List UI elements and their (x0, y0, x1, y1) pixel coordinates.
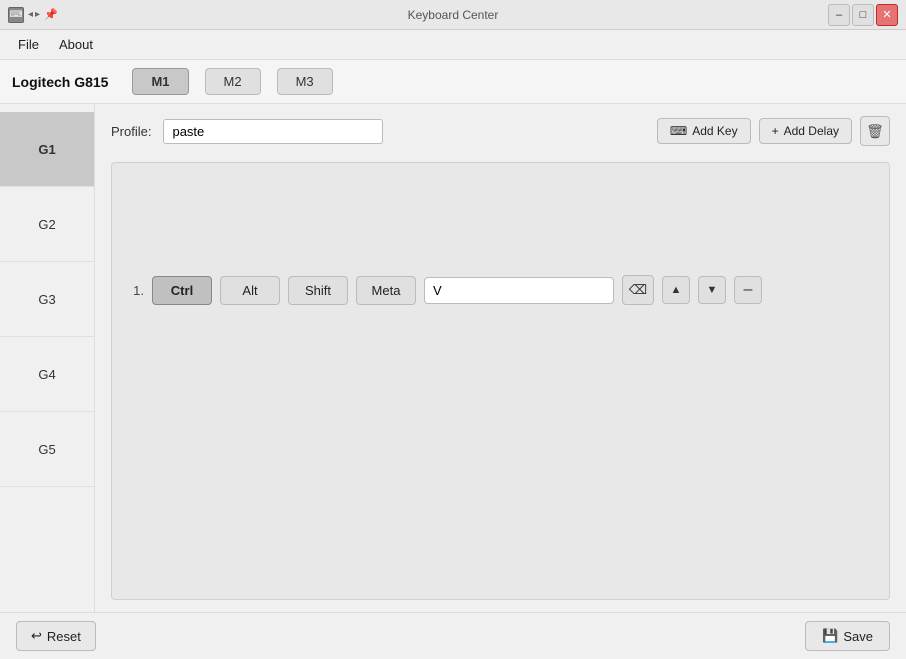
close-button[interactable]: ✕ (876, 4, 898, 26)
titlebar-title: Keyboard Center (408, 8, 499, 22)
reset-button[interactable]: ↩ Reset (16, 621, 96, 651)
minimize-button[interactable]: – (828, 4, 850, 26)
titlebar: ⌨ ◂ ▸ 📌 Keyboard Center – □ ✕ (0, 0, 906, 30)
ctrl-button[interactable]: Ctrl (152, 276, 212, 305)
backspace-button[interactable]: ⌫ (622, 275, 654, 305)
pin-icon[interactable]: 📌 (44, 8, 58, 21)
titlebar-arrows: ◂ ▸ (28, 9, 40, 20)
meta-button[interactable]: Meta (356, 276, 416, 305)
menubar: File About (0, 30, 906, 60)
mode-button-m3[interactable]: M3 (277, 68, 333, 95)
chevron-down-icon: ▼ (707, 284, 718, 296)
profile-input[interactable] (163, 119, 383, 144)
menu-item-file[interactable]: File (8, 33, 49, 56)
bottom-bar: ↩ Reset 💾 Save (0, 612, 906, 659)
back-arrow-icon[interactable]: ◂ (28, 9, 33, 20)
shift-button[interactable]: Shift (288, 276, 348, 305)
sidebar-item-g3[interactable]: G3 (0, 262, 94, 337)
main-area: G1 G2 G3 G4 G5 Profile: ⌨ Add Key (0, 104, 906, 612)
chevron-up-icon: ▲ (671, 284, 682, 296)
remove-row-button[interactable]: – (734, 276, 762, 304)
device-row: Logitech G815 M1 M2 M3 (0, 60, 906, 104)
save-icon: 💾 (822, 628, 838, 644)
add-delay-button[interactable]: + Add Delay (759, 118, 852, 144)
titlebar-left: ⌨ ◂ ▸ 📌 (8, 7, 58, 23)
titlebar-controls: – □ ✕ (828, 4, 898, 26)
menu-item-about[interactable]: About (49, 33, 103, 56)
mode-button-m2[interactable]: M2 (205, 68, 261, 95)
forward-arrow-icon[interactable]: ▸ (35, 9, 40, 20)
plus-icon: + (772, 124, 779, 138)
sidebar-item-g2[interactable]: G2 (0, 187, 94, 262)
sidebar-item-g5[interactable]: G5 (0, 412, 94, 487)
save-button[interactable]: 💾 Save (805, 621, 890, 651)
key-entry-row: 1. Ctrl Alt Shift Meta ⌫ ▲ ▼ – (124, 275, 877, 305)
alt-button[interactable]: Alt (220, 276, 280, 305)
delete-profile-button[interactable]: 🗑 (860, 116, 890, 146)
sidebar-item-g4[interactable]: G4 (0, 337, 94, 412)
trash-icon: 🗑 (866, 123, 884, 140)
mode-button-m1[interactable]: M1 (132, 68, 188, 95)
maximize-button[interactable]: □ (852, 4, 874, 26)
backspace-icon: ⌫ (629, 282, 647, 298)
content-panel: Profile: ⌨ Add Key + Add Delay 🗑 1. (95, 104, 906, 612)
profile-row: Profile: ⌨ Add Key + Add Delay 🗑 (111, 116, 890, 146)
minus-icon: – (744, 281, 753, 299)
sidebar-item-g1[interactable]: G1 (0, 112, 94, 187)
move-down-button[interactable]: ▼ (698, 276, 726, 304)
profile-label: Profile: (111, 124, 151, 139)
profile-actions: ⌨ Add Key + Add Delay 🗑 (657, 116, 890, 146)
reset-icon: ↩ (31, 628, 42, 644)
key-value-input[interactable] (424, 277, 614, 304)
move-up-button[interactable]: ▲ (662, 276, 690, 304)
key-number: 1. (124, 283, 144, 298)
app-icon: ⌨ (8, 7, 24, 23)
add-key-button[interactable]: ⌨ Add Key (657, 118, 751, 144)
device-name: Logitech G815 (12, 74, 108, 90)
keyboard-icon: ⌨ (670, 124, 687, 138)
key-sequence-area: 1. Ctrl Alt Shift Meta ⌫ ▲ ▼ – (111, 162, 890, 600)
sidebar: G1 G2 G3 G4 G5 (0, 104, 95, 612)
